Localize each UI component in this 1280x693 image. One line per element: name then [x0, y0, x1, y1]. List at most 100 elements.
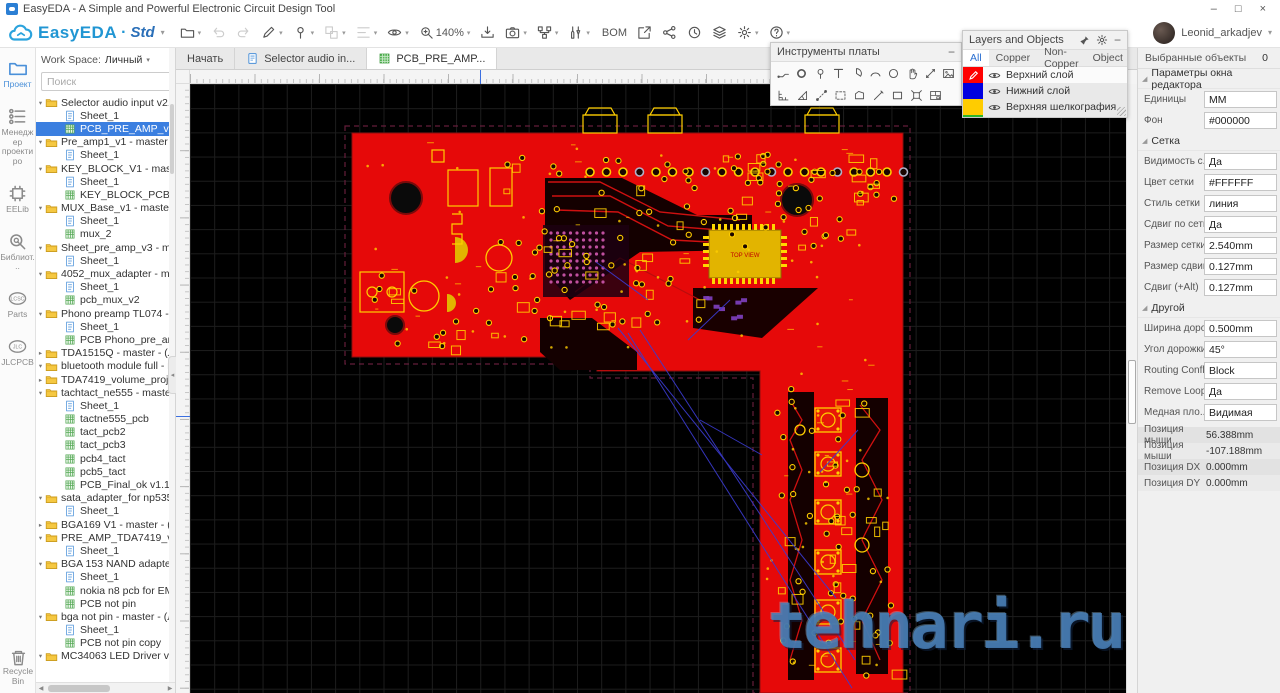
- toolbar-button[interactable]: [288, 22, 320, 43]
- easyeda-logo[interactable]: EasyEDA · Std ▾: [8, 23, 165, 43]
- panel-resize-handle[interactable]: [1117, 107, 1126, 116]
- document-tab[interactable]: Начать: [176, 48, 236, 69]
- board-tool-button[interactable]: [831, 85, 850, 105]
- close-button[interactable]: ×: [1260, 3, 1266, 15]
- tree-item[interactable]: Sheet_1: [36, 149, 175, 162]
- tree-item[interactable]: ▾ MC34063 LED Driver ver 2...: [36, 650, 175, 663]
- tree-item[interactable]: mux_2: [36, 228, 175, 241]
- tree-item[interactable]: Sheet_1: [36, 320, 175, 333]
- board-tool-button[interactable]: [811, 63, 829, 83]
- strip-item[interactable]: JLC JLCPCB: [0, 337, 36, 368]
- minimize-button[interactable]: –: [1211, 3, 1217, 15]
- section-other[interactable]: ◢ Другой: [1138, 298, 1280, 318]
- maximize-button[interactable]: □: [1235, 3, 1242, 15]
- tree-expand-arrow[interactable]: ▾: [36, 204, 45, 212]
- toolbar-button[interactable]: [632, 22, 657, 43]
- minimize-panel-button[interactable]: −: [1114, 34, 1121, 46]
- tree-item[interactable]: ▾ bluetooth module full - mas...: [36, 360, 175, 373]
- layers-settings-gear-icon[interactable]: [1096, 34, 1108, 46]
- tree-item[interactable]: Sheet_1: [36, 399, 175, 412]
- property-control[interactable]: 45°: [1204, 341, 1277, 358]
- document-tab[interactable]: Selector audio in...: [235, 48, 368, 69]
- tree-expand-arrow[interactable]: ▾: [36, 534, 45, 542]
- property-control[interactable]: 0.500mm: [1204, 320, 1277, 337]
- tree-expand-arrow[interactable]: ▾: [36, 165, 45, 173]
- avatar[interactable]: [1153, 21, 1176, 44]
- board-tool-button[interactable]: [793, 85, 812, 105]
- toolbar-button[interactable]: [563, 22, 595, 43]
- board-tool-button[interactable]: [812, 85, 831, 105]
- workspace-select[interactable]: Личный: [105, 54, 142, 66]
- tree-item[interactable]: ▾ PRE_AMP_TDA7419_v1.0...: [36, 531, 175, 544]
- strip-item[interactable]: Библиот...: [0, 232, 36, 273]
- tree-item[interactable]: PCB_Final_ok v1.1: [36, 478, 175, 491]
- toolbar-button[interactable]: [256, 22, 288, 43]
- toolbar-button[interactable]: BOM: [595, 24, 632, 42]
- tree-expand-arrow[interactable]: ▾: [36, 494, 45, 502]
- tree-item[interactable]: ▾ Pre_amp1_v1 - master - (Л...: [36, 136, 175, 149]
- tree-item[interactable]: ▾ MUX_Base_v1 - master - (...: [36, 202, 175, 215]
- tree-item[interactable]: ▾ sata_adapter_for np535 - r...: [36, 492, 175, 505]
- property-control[interactable]: Block: [1204, 362, 1277, 379]
- tree-item[interactable]: Sheet_1: [36, 215, 175, 228]
- minimize-panel-button[interactable]: −: [948, 46, 955, 58]
- tree-item[interactable]: pcb_mux_v2: [36, 294, 175, 307]
- tree-item[interactable]: Sheet_1: [36, 254, 175, 267]
- tree-item[interactable]: ▾ 4052_mux_adapter - mast...: [36, 267, 175, 280]
- layer-row[interactable]: Верхний слой: [963, 67, 1127, 83]
- board-tool-button[interactable]: [850, 85, 869, 105]
- strip-item[interactable]: EELib: [0, 184, 36, 215]
- user-name[interactable]: Leonid_arkadjev: [1181, 27, 1262, 39]
- layer-visibility-eye-icon[interactable]: [988, 69, 1001, 82]
- tree-item[interactable]: ▾ BGA 153 NAND adapter fo...: [36, 558, 175, 571]
- tree-item[interactable]: Sheet_1: [36, 281, 175, 294]
- toolbar-button[interactable]: [732, 22, 764, 43]
- tree-item[interactable]: ▾ KEY_BLOCK_V1 - master ...: [36, 162, 175, 175]
- toolbar-button[interactable]: [707, 22, 732, 43]
- board-tool-button[interactable]: [774, 63, 792, 83]
- property-control[interactable]: Да: [1204, 216, 1277, 233]
- board-tool-button[interactable]: [888, 85, 907, 105]
- board-tool-button[interactable]: [829, 63, 847, 83]
- tree-item[interactable]: KEY_BLOCK_PCB: [36, 188, 175, 201]
- board-tool-button[interactable]: [848, 63, 866, 83]
- property-control[interactable]: Видимая: [1204, 404, 1277, 421]
- document-tab[interactable]: PCB_PRE_AMP...: [367, 48, 498, 69]
- toolbar-button[interactable]: [682, 22, 707, 43]
- tree-expand-arrow[interactable]: ▾: [36, 389, 45, 397]
- strip-item[interactable]: Проект: [0, 58, 36, 90]
- tree-expand-arrow[interactable]: ▾: [36, 362, 45, 370]
- board-tool-button[interactable]: [921, 63, 939, 83]
- toolbar-button[interactable]: [475, 22, 500, 43]
- tree-item[interactable]: tact_pcb3: [36, 439, 175, 452]
- layers-tab[interactable]: Object: [1086, 50, 1127, 66]
- property-control[interactable]: линия: [1204, 195, 1277, 212]
- tree-item[interactable]: PCB not pin copy: [36, 637, 175, 650]
- tree-item[interactable]: tactne555_pcb: [36, 413, 175, 426]
- toolbar-button[interactable]: [500, 22, 532, 43]
- toolbar-button[interactable]: 140%: [414, 22, 476, 43]
- property-control[interactable]: 0.127mm: [1204, 258, 1277, 275]
- tree-expand-arrow[interactable]: ▾: [36, 99, 45, 107]
- layer-row[interactable]: Верхняя шелкография: [963, 99, 1127, 115]
- pcb-canvas[interactable]: TOP VIEW: [190, 84, 1126, 693]
- tree-item[interactable]: PCB_PRE_AMP_v4: [36, 122, 175, 136]
- property-control[interactable]: 2.540mm: [1204, 237, 1277, 254]
- property-control[interactable]: MM: [1204, 91, 1277, 108]
- tree-item[interactable]: ▾ Sheet_pre_amp_v3 - mast...: [36, 241, 175, 254]
- tree-item[interactable]: ▸ BGA169 V1 - master - (Лео...: [36, 518, 175, 531]
- tree-item[interactable]: pcb5_tact: [36, 465, 175, 478]
- tree-horizontal-scrollbar[interactable]: ◀ ▶: [36, 682, 175, 693]
- board-tool-button[interactable]: [884, 63, 902, 83]
- tree-item[interactable]: PCB not pin: [36, 597, 175, 610]
- tree-expand-arrow[interactable]: ▾: [36, 138, 45, 146]
- sidebar-collapse-handle[interactable]: ◂: [168, 356, 176, 394]
- board-tools-titlebar[interactable]: Инструменты платы −: [771, 43, 961, 62]
- tree-expand-arrow[interactable]: ▾: [36, 310, 45, 318]
- tree-item[interactable]: ▾ tachtact_ne555 - master - (...: [36, 386, 175, 399]
- layer-visibility-eye-icon[interactable]: [988, 101, 1001, 114]
- tree-item[interactable]: Sheet_1: [36, 571, 175, 584]
- pin-panel-icon[interactable]: [1079, 35, 1090, 46]
- tree-item[interactable]: nokia n8 pcb for EMMC n...: [36, 584, 175, 597]
- toolbar-button[interactable]: [319, 22, 351, 43]
